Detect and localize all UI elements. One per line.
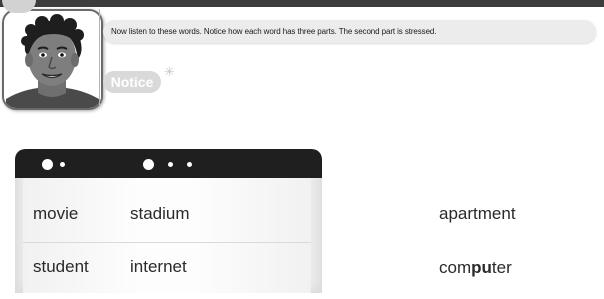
notice-button[interactable]: Notice: [103, 71, 161, 93]
dot-icon: [60, 162, 65, 167]
syllable-ter: ter: [491, 258, 512, 277]
speech-bubble: Now listen to these words. Notice how ea…: [103, 20, 596, 43]
word-apartment: apartment: [439, 204, 516, 223]
row-divider: [23, 242, 311, 243]
word-stadium: stadium: [130, 204, 190, 223]
top-rule: [0, 0, 604, 7]
word-computer: computer: [439, 259, 512, 276]
sparkle-icon: ✳: [164, 64, 175, 79]
dot-icon: [42, 159, 53, 170]
dot-icon: [187, 162, 192, 167]
notice-label: Notice: [110, 74, 154, 90]
man-face-icon: [4, 11, 101, 108]
word-student: student: [33, 257, 89, 276]
syllable-com: com: [439, 258, 472, 277]
card-header: [15, 149, 322, 178]
syllable-pu-stressed: pu: [471, 258, 492, 277]
avatar: [2, 9, 103, 110]
dot-icon: [168, 162, 173, 167]
speech-panel: Now listen to these words. Notice how ea…: [99, 9, 604, 106]
word-movie: movie: [33, 204, 79, 223]
dot-icon: [143, 159, 154, 170]
word-internet: internet: [130, 257, 187, 276]
instruction-text: Now listen to these words. Notice how ea…: [111, 27, 437, 36]
